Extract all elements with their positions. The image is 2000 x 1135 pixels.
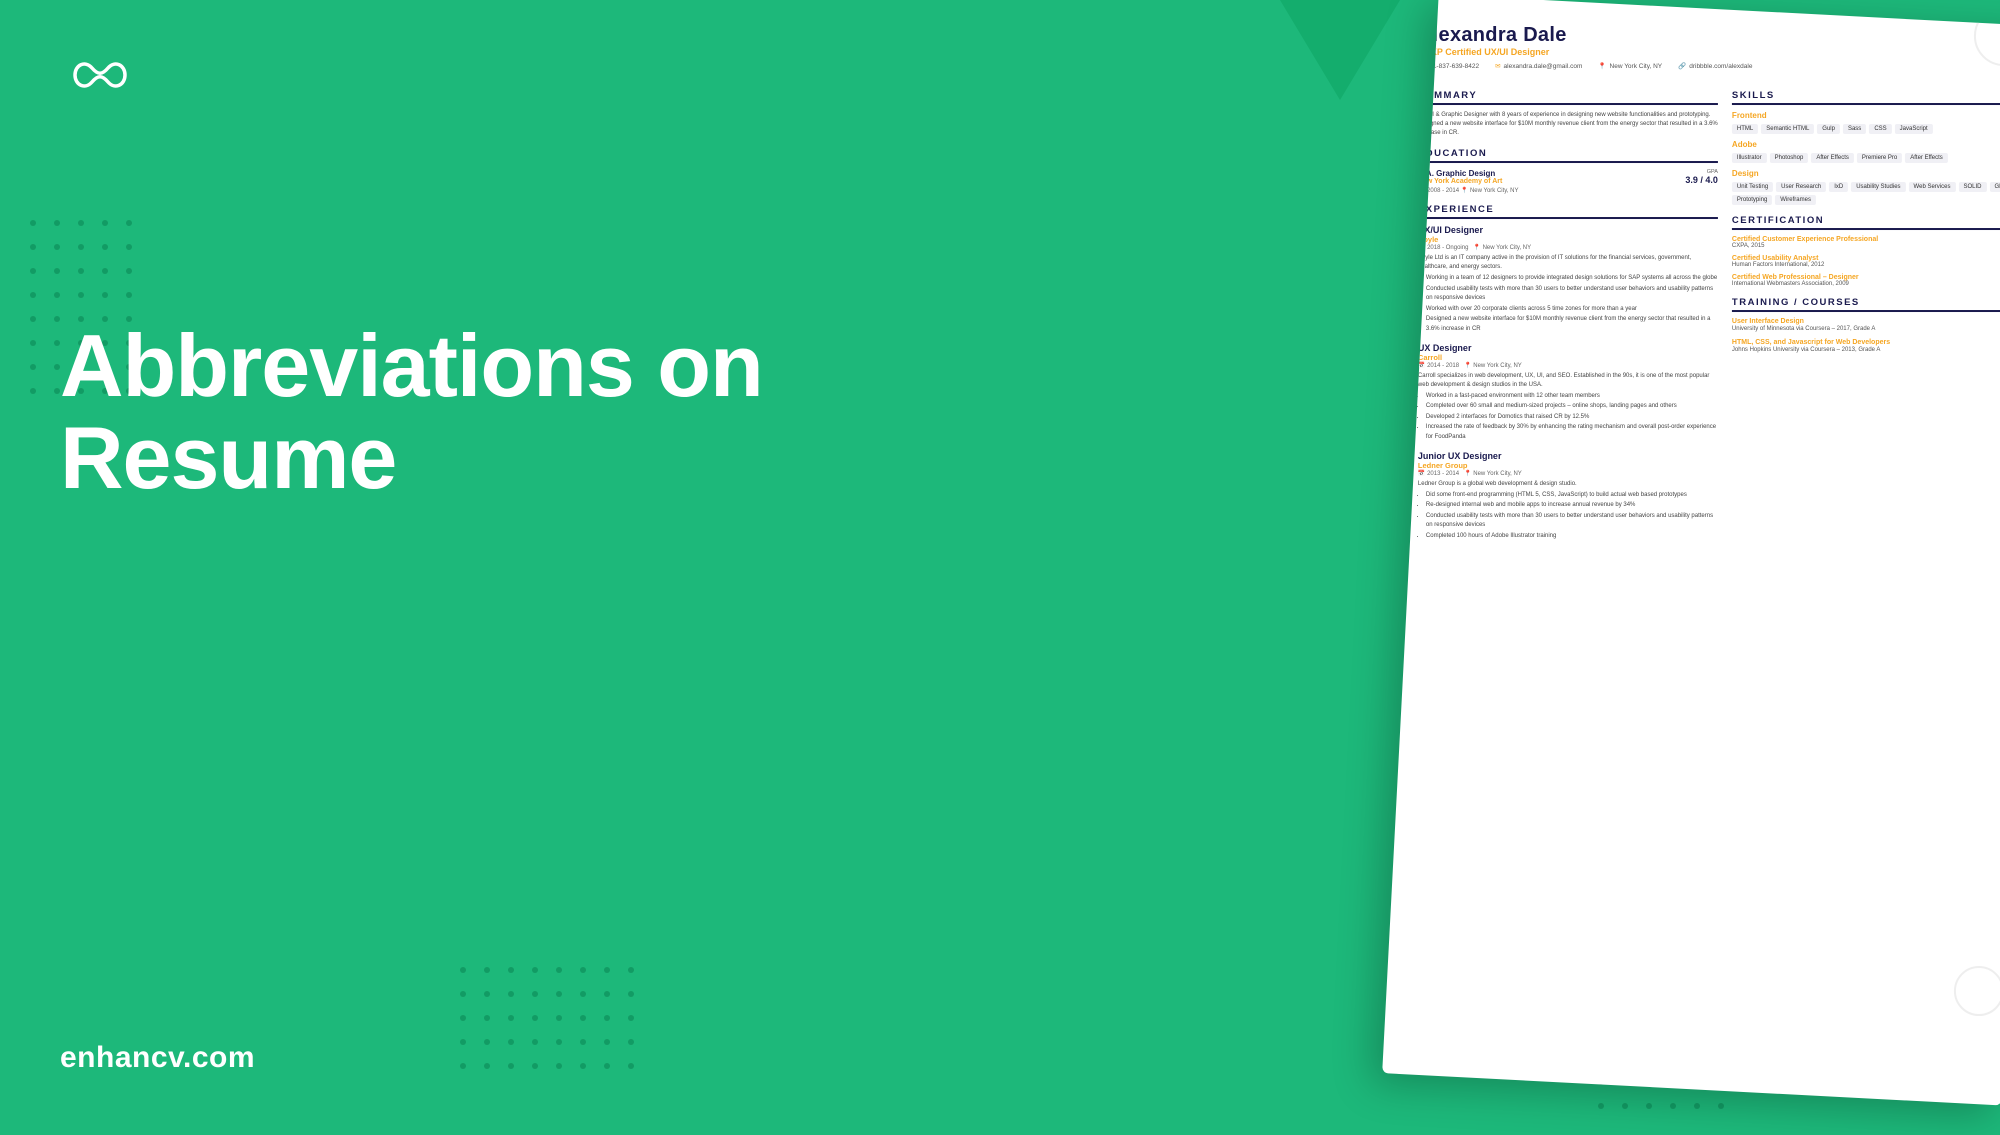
education-title: EDUCATION xyxy=(1418,148,1718,163)
job-3: Junior UX Designer Ledner Group 📅 2013 -… xyxy=(1418,451,1718,542)
cert-3: Certified Web Professional – Designer In… xyxy=(1732,274,2000,287)
summary-title: SUMMARY xyxy=(1418,90,1718,105)
job-1-desc: Boyle Ltd is an IT company active in the… xyxy=(1418,254,1718,272)
cert-2: Certified Usability Analyst Human Factor… xyxy=(1732,255,2000,268)
cert-1: Certified Customer Experience Profession… xyxy=(1732,236,2000,249)
cert-1-org: CXPA, 2015 xyxy=(1732,243,2000,249)
skill-javascript: JavaScript xyxy=(1895,124,1933,134)
job-3-bullets: Did some front-end programming (HTML 5, … xyxy=(1418,491,1718,542)
resume-body: SUMMARY UX/UI & Graphic Designer with 8 … xyxy=(1418,80,2000,549)
edu-school: New York Academy of Art xyxy=(1418,178,1519,185)
skill-grasp: GRASP xyxy=(1989,182,2000,192)
training-title: TRAINING / COURSES xyxy=(1732,297,2000,312)
skill-premiere-pro: Premiere Pro xyxy=(1857,153,1902,163)
email: ✉ alexandra.dale@gmail.com xyxy=(1495,62,1582,70)
training-2-desc: Johns Hopkins University via Coursera – … xyxy=(1732,346,2000,354)
skill-web-services: Web Services xyxy=(1909,182,1956,192)
resume-name: Alexandra Dale xyxy=(1418,24,2000,47)
skill-user-research: User Research xyxy=(1776,182,1826,192)
job-3-company: Ledner Group xyxy=(1418,461,1718,470)
skill-css: CSS xyxy=(1869,124,1891,134)
job-2-company: Carroll xyxy=(1418,353,1718,362)
training-2: HTML, CSS, and Javascript for Web Develo… xyxy=(1732,339,2000,354)
resume-title: CCXP Certified UX/UI Designer xyxy=(1418,47,2000,57)
job-3-desc: Ledner Group is a global web development… xyxy=(1418,480,1718,489)
dot-grid-bottom-mid xyxy=(460,967,640,1075)
skills-frontend-label: Frontend xyxy=(1732,111,2000,120)
skill-photoshop: Photoshop xyxy=(1770,153,1809,163)
job-1: UX/UI Designer Boyle 📅 2018 - Ongoing 📍 … xyxy=(1418,225,1718,335)
training-1-title: User Interface Design xyxy=(1732,318,2000,325)
job-1-title: UX/UI Designer xyxy=(1418,225,1718,235)
job-1-company: Boyle xyxy=(1418,235,1718,244)
training-1: User Interface Design University of Minn… xyxy=(1732,318,2000,333)
skill-gulp: Gulp xyxy=(1817,124,1840,134)
skills-frontend-tags: HTML Semantic HTML Gulp Sass CSS JavaScr… xyxy=(1732,124,2000,134)
job-1-meta: 📅 2018 - Ongoing 📍 New York City, NY xyxy=(1418,244,1718,251)
edu-gpa: GPA 3.9 / 4.0 xyxy=(1685,169,1718,185)
job-1-bullets: Working in a team of 12 designers to pro… xyxy=(1418,274,1718,335)
cert-3-org: International Webmasters Association, 20… xyxy=(1732,281,2000,287)
job-2-title: UX Designer xyxy=(1418,343,1718,353)
resume-header: Alexandra Dale CCXP Certified UX/UI Desi… xyxy=(1418,24,2000,70)
skill-html: HTML xyxy=(1732,124,1758,134)
resume-left-column: SUMMARY UX/UI & Graphic Designer with 8 … xyxy=(1418,80,1718,550)
portfolio: 🔗 dribbble.com/alexdale xyxy=(1678,62,1752,70)
job-2-meta: 📅 2014 - 2018 📍 New York City, NY xyxy=(1418,362,1718,369)
cert-2-org: Human Factors International, 2012 xyxy=(1732,262,2000,268)
triangle-decoration xyxy=(1280,0,1400,100)
location: 📍 New York City, NY xyxy=(1598,62,1662,70)
main-title: Abbreviations on Resume xyxy=(60,320,780,505)
job-2: UX Designer Carroll 📅 2014 - 2018 📍 New … xyxy=(1418,343,1718,443)
training-2-title: HTML, CSS, and Javascript for Web Develo… xyxy=(1732,339,2000,346)
job-3-title: Junior UX Designer xyxy=(1418,451,1718,461)
skill-prototyping: Prototyping xyxy=(1732,195,1772,205)
skills-title: SKILLS xyxy=(1732,90,2000,105)
resume-contact: 📞 +1-837-639-8422 ✉ alexandra.dale@gmail… xyxy=(1418,62,2000,70)
job-3-meta: 📅 2013 - 2014 📍 New York City, NY xyxy=(1418,470,1718,477)
summary-text: UX/UI & Graphic Designer with 8 years of… xyxy=(1418,111,1718,138)
skill-after-effects-2: After Effects xyxy=(1905,153,1948,163)
phone: 📞 +1-837-639-8422 xyxy=(1418,62,1479,70)
training-1-desc: University of Minnesota via Coursera – 2… xyxy=(1732,325,2000,333)
skill-solid: SOLID xyxy=(1958,182,1986,192)
skill-unit-testing: Unit Testing xyxy=(1732,182,1773,192)
job-2-bullets: Worked in a fast-paced environment with … xyxy=(1418,392,1718,443)
skills-design-label: Design xyxy=(1732,169,2000,178)
skills-adobe-label: Adobe xyxy=(1732,140,2000,149)
edu-degree: B.A. Graphic Design xyxy=(1418,169,1519,178)
skill-sass: Sass xyxy=(1843,124,1866,134)
website-url: enhancv.com xyxy=(60,1041,255,1075)
skill-illustrator: Illustrator xyxy=(1732,153,1767,163)
education-block: B.A. Graphic Design New York Academy of … xyxy=(1418,169,1718,194)
skill-usability-studies: Usability Studies xyxy=(1851,182,1905,192)
skill-wireframes: Wireframes xyxy=(1775,195,1816,205)
cert-3-title: Certified Web Professional – Designer xyxy=(1732,274,2000,281)
skill-semantic-html: Semantic HTML xyxy=(1761,124,1814,134)
skill-after-effects-1: After Effects xyxy=(1811,153,1854,163)
cert-1-title: Certified Customer Experience Profession… xyxy=(1732,236,2000,243)
skills-design-tags: Unit Testing User Research IxD Usability… xyxy=(1732,182,2000,205)
logo xyxy=(60,50,140,105)
skill-ixd: IxD xyxy=(1829,182,1848,192)
skills-adobe-tags: Illustrator Photoshop After Effects Prem… xyxy=(1732,153,2000,163)
resume-right-column: SKILLS Frontend HTML Semantic HTML Gulp … xyxy=(1732,80,2000,549)
job-2-desc: Carroll specializes in web development, … xyxy=(1418,372,1718,390)
certification-title: CERTIFICATION xyxy=(1732,215,2000,230)
experience-title: EXPERIENCE xyxy=(1418,204,1718,219)
deco-circle-bottom xyxy=(1954,966,2000,1016)
resume-card: Alexandra Dale CCXP Certified UX/UI Desi… xyxy=(1382,0,2000,1105)
cert-2-title: Certified Usability Analyst xyxy=(1732,255,2000,262)
edu-date: 📅 2008 - 2014 📍 New York City, NY xyxy=(1418,187,1519,194)
